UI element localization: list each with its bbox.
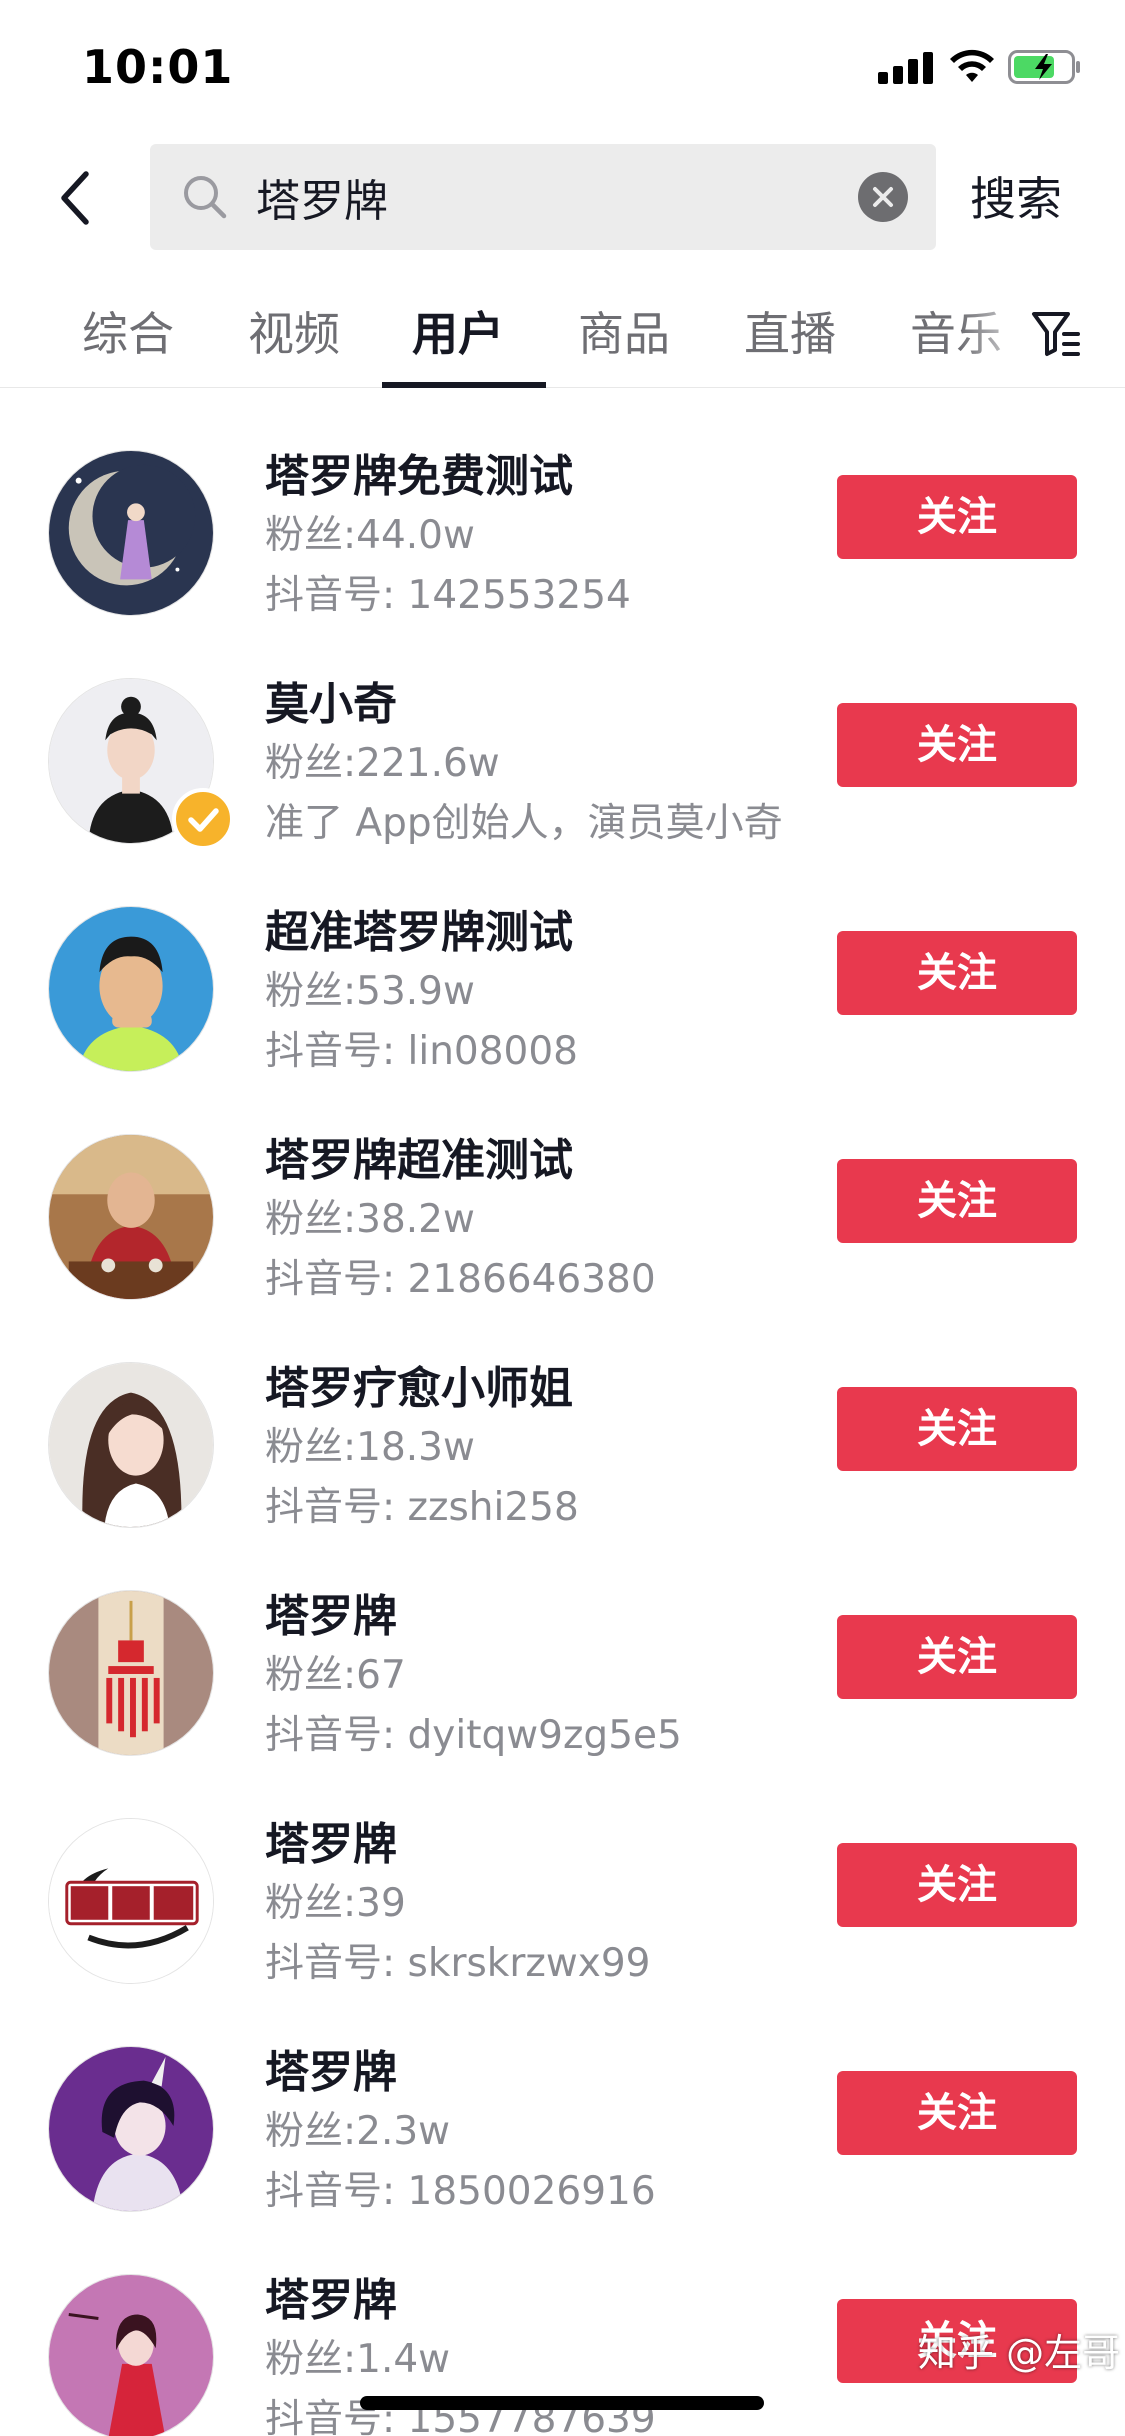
search-icon <box>184 176 227 219</box>
active-tab-indicator <box>382 382 546 388</box>
back-button[interactable] <box>48 162 108 234</box>
follow-button[interactable]: 关注 <box>837 1159 1077 1243</box>
verified-badge-icon <box>172 788 234 850</box>
avatar-image <box>49 1135 213 1299</box>
wifi-icon <box>950 49 994 82</box>
follow-button[interactable]: 关注 <box>837 1387 1077 1471</box>
tab-products[interactable]: 商品 <box>578 294 670 374</box>
user-row[interactable]: 塔罗牌 粉丝:2.3w 抖音号: 1850026916 关注 <box>0 2016 1125 2244</box>
follower-count: 粉丝:67 <box>265 1653 406 1698</box>
user-id: 抖音号: dyitqw9zg5e5 <box>265 1713 682 1758</box>
follower-count: 粉丝:2.3w <box>265 2109 451 2154</box>
filter-button[interactable] <box>1028 304 1084 364</box>
follow-button[interactable]: 关注 <box>837 475 1077 559</box>
battery-charging-icon <box>1008 50 1080 84</box>
avatar-image <box>49 907 213 1071</box>
tab-live[interactable]: 直播 <box>744 294 836 374</box>
tab-comprehensive[interactable]: 综合 <box>82 294 174 374</box>
user-bio: 准了 App创始人，演员莫小奇 <box>265 801 783 846</box>
avatar <box>48 1818 214 1984</box>
user-id: 抖音号: zzshi258 <box>265 1485 579 1530</box>
home-indicator[interactable] <box>360 2396 764 2410</box>
user-row[interactable]: 莫小奇 粉丝:221.6w 准了 App创始人，演员莫小奇 关注 <box>0 648 1125 876</box>
avatar <box>48 1362 214 1528</box>
user-row[interactable]: 塔罗牌 粉丝:67 抖音号: dyitqw9zg5e5 关注 <box>0 1560 1125 1788</box>
follower-count: 粉丝:18.3w <box>265 1425 475 1470</box>
tab-users[interactable]: 用户 <box>412 294 504 374</box>
avatar <box>48 1134 214 1300</box>
follower-count: 粉丝:38.2w <box>265 1197 475 1242</box>
avatar <box>48 450 214 616</box>
follow-button[interactable]: 关注 <box>837 2071 1077 2155</box>
user-row[interactable]: 塔罗牌免费测试 粉丝:44.0w 抖音号: 142553254 关注 <box>0 420 1125 648</box>
cellular-signal-icon <box>878 52 934 84</box>
avatar-image <box>49 1591 213 1755</box>
user-row[interactable]: 塔罗疗愈小师姐 粉丝:18.3w 抖音号: zzshi258 关注 <box>0 1332 1125 1560</box>
user-name: 塔罗牌 <box>265 2275 397 2326</box>
follower-count: 粉丝:53.9w <box>265 969 475 1014</box>
avatar-image <box>49 1363 213 1527</box>
search-input[interactable] <box>256 160 816 234</box>
user-name: 塔罗牌超准测试 <box>265 1135 573 1186</box>
user-name: 塔罗牌免费测试 <box>265 451 573 502</box>
follower-count: 粉丝:221.6w <box>265 741 500 786</box>
tab-videos[interactable]: 视频 <box>248 294 340 374</box>
user-name: 超准塔罗牌测试 <box>265 907 573 958</box>
filter-icon <box>1032 312 1080 356</box>
avatar-image <box>49 2047 213 2211</box>
user-id: 抖音号: skrskrzwx99 <box>265 1941 651 1986</box>
user-id: 抖音号: lin08008 <box>265 1029 578 1074</box>
user-name: 莫小奇 <box>265 679 397 730</box>
clear-search-button[interactable] <box>858 172 908 222</box>
follower-count: 粉丝:44.0w <box>265 513 475 558</box>
user-id: 抖音号: 2186646380 <box>265 1257 656 1302</box>
search-bar <box>150 144 936 250</box>
follower-count: 粉丝:39 <box>265 1881 406 1926</box>
user-name: 塔罗牌 <box>265 1591 397 1642</box>
user-row[interactable]: 塔罗牌超准测试 粉丝:38.2w 抖音号: 2186646380 关注 <box>0 1104 1125 1332</box>
avatar-image <box>49 2275 213 2436</box>
avatar <box>48 906 214 1072</box>
follower-count: 粉丝:1.4w <box>265 2337 451 2382</box>
avatar-image <box>49 451 213 615</box>
avatar <box>48 1590 214 1756</box>
user-id: 抖音号: 142553254 <box>265 573 631 618</box>
search-category-tabs: 综合 视频 用户 商品 直播 音乐 <box>0 284 1125 388</box>
follow-button[interactable]: 关注 <box>837 931 1077 1015</box>
user-row[interactable]: 超准塔罗牌测试 粉丝:53.9w 抖音号: lin08008 关注 <box>0 876 1125 1104</box>
user-name: 塔罗疗愈小师姐 <box>265 1363 573 1414</box>
user-name: 塔罗牌 <box>265 2047 397 2098</box>
chevron-left-icon <box>61 171 89 225</box>
follow-button[interactable]: 关注 <box>837 1843 1077 1927</box>
search-submit-button[interactable]: 搜索 <box>970 163 1090 235</box>
follow-button[interactable]: 关注 <box>837 1615 1077 1699</box>
user-id: 抖音号: 1850026916 <box>265 2169 656 2214</box>
avatar <box>48 2046 214 2212</box>
user-row[interactable]: 塔罗牌 粉丝:39 抖音号: skrskrzwx99 关注 <box>0 1788 1125 2016</box>
user-name: 塔罗牌 <box>265 1819 397 1870</box>
status-bar: 10:01 <box>0 0 1125 135</box>
status-time: 10:01 <box>82 40 234 94</box>
avatar-image <box>49 1819 213 1983</box>
watermark: 知乎 @左哥 <box>918 2331 1121 2375</box>
follow-button[interactable]: 关注 <box>837 703 1077 787</box>
avatar <box>48 2274 214 2436</box>
close-icon <box>873 187 893 207</box>
